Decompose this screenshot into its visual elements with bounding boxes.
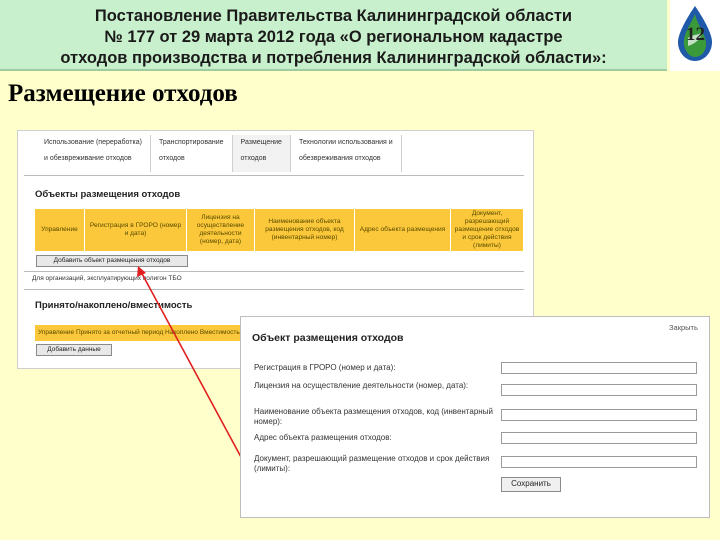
field-label: Наименование объекта размещения отходов,…: [254, 407, 493, 426]
field-label: Документ, разрешающий размещение отходов…: [254, 454, 490, 473]
field-label: Регистрация в ГРОРО (номер и дата):: [254, 363, 396, 372]
object-name-input[interactable]: [501, 409, 697, 421]
save-button[interactable]: Сохранить: [501, 477, 561, 492]
field-label: Лицензия на осуществление деятельности (…: [254, 381, 469, 390]
address-input[interactable]: [501, 432, 697, 444]
registration-input[interactable]: [501, 362, 697, 374]
field-label: Адрес объекта размещения отходов:: [254, 433, 392, 442]
permit-input[interactable]: [501, 456, 697, 468]
license-input[interactable]: [501, 384, 697, 396]
close-link[interactable]: Закрыть: [669, 323, 698, 332]
form-title: Объект размещения отходов: [252, 332, 404, 344]
waste-object-form: Закрыть Объект размещения отходов Регист…: [240, 316, 710, 518]
